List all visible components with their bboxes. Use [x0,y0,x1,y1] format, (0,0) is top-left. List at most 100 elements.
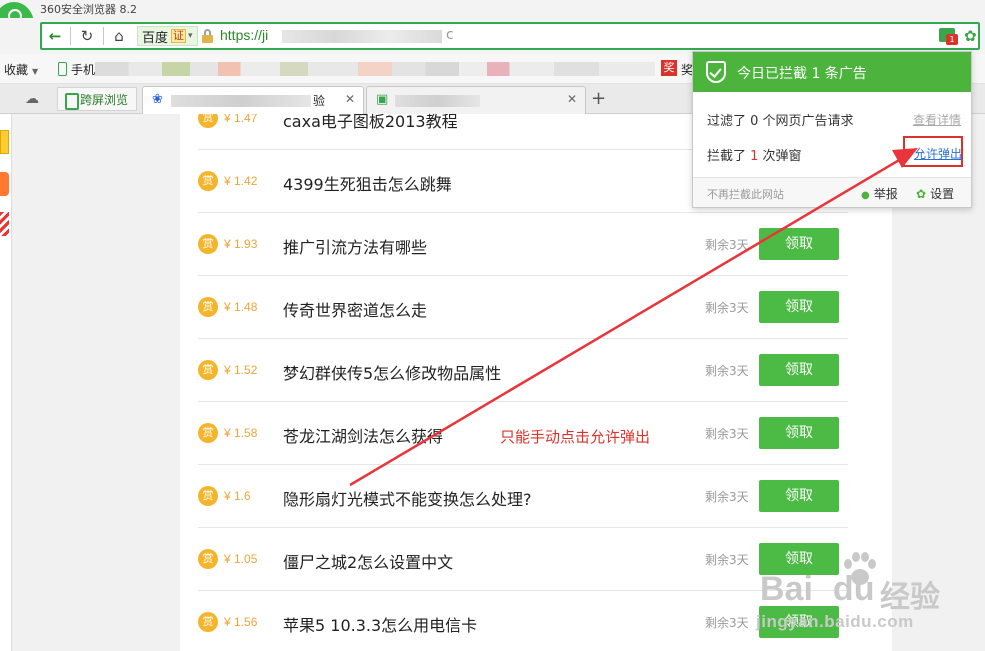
blocked-prefix: 拦截了 [707,149,751,164]
reward-coin-icon: 赏 [198,234,218,254]
annotation-text: 只能手动点击允许弹出 [500,428,651,446]
remaining-time: 剩余3天 [705,364,749,378]
adblock-count-badge: 1 [946,34,958,45]
reward-price: ¥ 1.52 [224,363,258,377]
settings-link[interactable]: 设置 [916,185,954,202]
lock-icon[interactable] [202,29,213,43]
question-row: 赏 ¥ 1.93 推广引流方法有哪些 剩余3天 领取 [198,213,848,276]
reward-icon[interactable]: 奖 [661,60,677,76]
navigation-bar: ← ↻ ⌂ 百度 证 ▾ https://ji c 1 ✿ [0,18,985,54]
reload-icon[interactable]: ↻ [76,25,98,47]
app-title: 360安全浏览器 8.2 [40,3,137,16]
tab-inactive[interactable]: ▣ ✕ [366,86,586,114]
bookmarks-menu-label: 收藏 [4,63,29,77]
tab-kuaping[interactable]: 跨屏浏览 [57,87,138,111]
claim-button[interactable]: 领取 [759,480,839,512]
reward-coin-icon: 赏 [198,549,218,569]
url-tail: c [446,27,454,43]
cloud-icon[interactable]: ☁ [25,91,39,107]
reward-coin-icon: 赏 [198,297,218,317]
page-icon: ▣ [376,92,389,107]
reward-coin-icon: 赏 [198,171,218,191]
watermark-text: 经验 [880,580,940,615]
address-bar[interactable]: ← ↻ ⌂ 百度 证 ▾ https://ji c 1 ✿ [40,22,980,50]
question-title-link[interactable]: 苹果5 10.3.3怎么用电信卡 [283,612,477,636]
bookmark-phone[interactable]: 手机 [58,61,95,78]
filtered-prefix: 过滤了 [707,114,751,129]
tab-active[interactable]: ❀ 验 ✕ [142,86,364,114]
chevron-down-icon: ▼ [32,67,39,76]
remaining-time: 剩余3天 [705,427,749,441]
search-engine-selector[interactable]: 百度 证 ▾ [137,26,198,46]
question-title-link[interactable]: 僵尸之城2怎么设置中文 [283,549,453,573]
new-tab-button[interactable]: + [591,88,606,109]
reward-price: ¥ 1.48 [224,300,258,314]
remaining-time: 剩余3天 [705,490,749,504]
baidu-jingyan-watermark: Bai du 经验 jingyan.baidu.com [756,552,980,650]
reward-price: ¥ 1.58 [224,426,258,440]
reward-coin-icon: 赏 [198,486,218,506]
side-tool-icon[interactable] [0,130,9,154]
filtered-line: 过滤了 0 个网页广告请求 [707,110,854,129]
question-row: 赏 ¥ 1.56 苹果5 10.3.3怎么用电信卡 剩余3天 领取 [198,591,848,651]
blocked-line: 拦截了 1 次弹窗 [707,145,802,164]
back-arrow-icon[interactable]: ← [44,25,66,47]
reward-price: ¥ 1.6 [224,489,251,503]
reward-price: ¥ 1.42 [224,174,258,188]
url-text[interactable]: https://ji [220,27,268,43]
view-details-link[interactable]: 查看详情 [913,111,961,128]
report-link[interactable]: 举报 [861,185,898,202]
claim-button[interactable]: 领取 [759,354,839,386]
filtered-suffix: 个网页广告请求 [758,114,854,129]
reward-price: ¥ 1.56 [224,615,258,629]
baidu-paw-icon: ❀ [152,92,163,107]
title-bar: 360安全浏览器 8.2 [0,0,985,18]
side-tool-icon[interactable] [0,172,9,196]
bookmarks-blurred [95,62,655,76]
baidu-paw-icon [844,552,876,585]
reward-coin-icon: 赏 [198,612,218,632]
bookmarks-menu[interactable]: 收藏 ▼ [4,61,38,78]
watermark-url: jingyan.baidu.com [756,612,914,631]
remaining-time: 剩余3天 [705,616,749,630]
question-title-link[interactable]: 4399生死狙击怎么跳舞 [283,171,452,195]
question-title-link[interactable]: 推广引流方法有哪些 [283,234,427,258]
side-toolbar [0,114,12,651]
question-title-link[interactable]: 隐形扇灯光模式不能变换怎么处理? [283,486,532,510]
url-blurred-segment [282,30,442,43]
adblock-popup: 今日已拦截 1 条广告 过滤了 0 个网页广告请求 查看详情 拦截了 1 次弹窗… [692,51,972,208]
reward-coin-icon: 赏 [198,423,218,443]
claim-button[interactable]: 领取 [759,417,839,449]
side-tool-icon[interactable] [0,212,9,236]
question-row: 赏 ¥ 1.52 梦幻群侠传5怎么修改物品属性 剩余3天 领取 [198,339,848,402]
shield-check-icon [706,61,726,83]
home-icon[interactable]: ⌂ [108,25,130,47]
popup-footer: 不再拦截此网站 举报 设置 [693,177,971,207]
close-icon[interactable]: ✕ [567,92,577,106]
no-block-site-link[interactable]: 不再拦截此网站 [707,186,784,202]
question-title-link[interactable]: 梦幻群侠传5怎么修改物品属性 [283,360,501,384]
reward-coin-icon: 赏 [198,360,218,380]
remaining-time: 剩余3天 [705,238,749,252]
claim-button[interactable]: 领取 [759,228,839,260]
close-icon[interactable]: ✕ [345,92,355,106]
popup-header: 今日已拦截 1 条广告 [693,52,971,92]
cert-badge: 证 [171,29,187,43]
question-row: 赏 ¥ 1.48 传奇世界密道怎么走 剩余3天 领取 [198,276,848,339]
cleanup-icon[interactable]: ✿ [964,27,977,45]
remaining-time: 剩余3天 [705,553,749,567]
tab-title: 验 [313,94,326,108]
tab-title-blurred [171,95,311,107]
remaining-time: 剩余3天 [705,301,749,315]
reward-price: ¥ 1.47 [224,114,258,125]
reward-price: ¥ 1.93 [224,237,258,251]
separator [70,27,71,45]
question-title-link[interactable]: 传奇世界密道怎么走 [283,297,427,321]
allow-popup-link[interactable]: 允许弹出 [914,145,962,162]
separator [103,27,104,45]
question-row: 赏 ¥ 1.6 隐形扇灯光模式不能变换怎么处理? 剩余3天 领取 [198,465,848,528]
question-title-link[interactable]: 苍龙江湖剑法怎么获得 [283,423,443,447]
chevron-down-icon: ▾ [188,31,193,41]
question-title-link[interactable]: caxa电子图板2013教程 [283,114,458,132]
claim-button[interactable]: 领取 [759,291,839,323]
